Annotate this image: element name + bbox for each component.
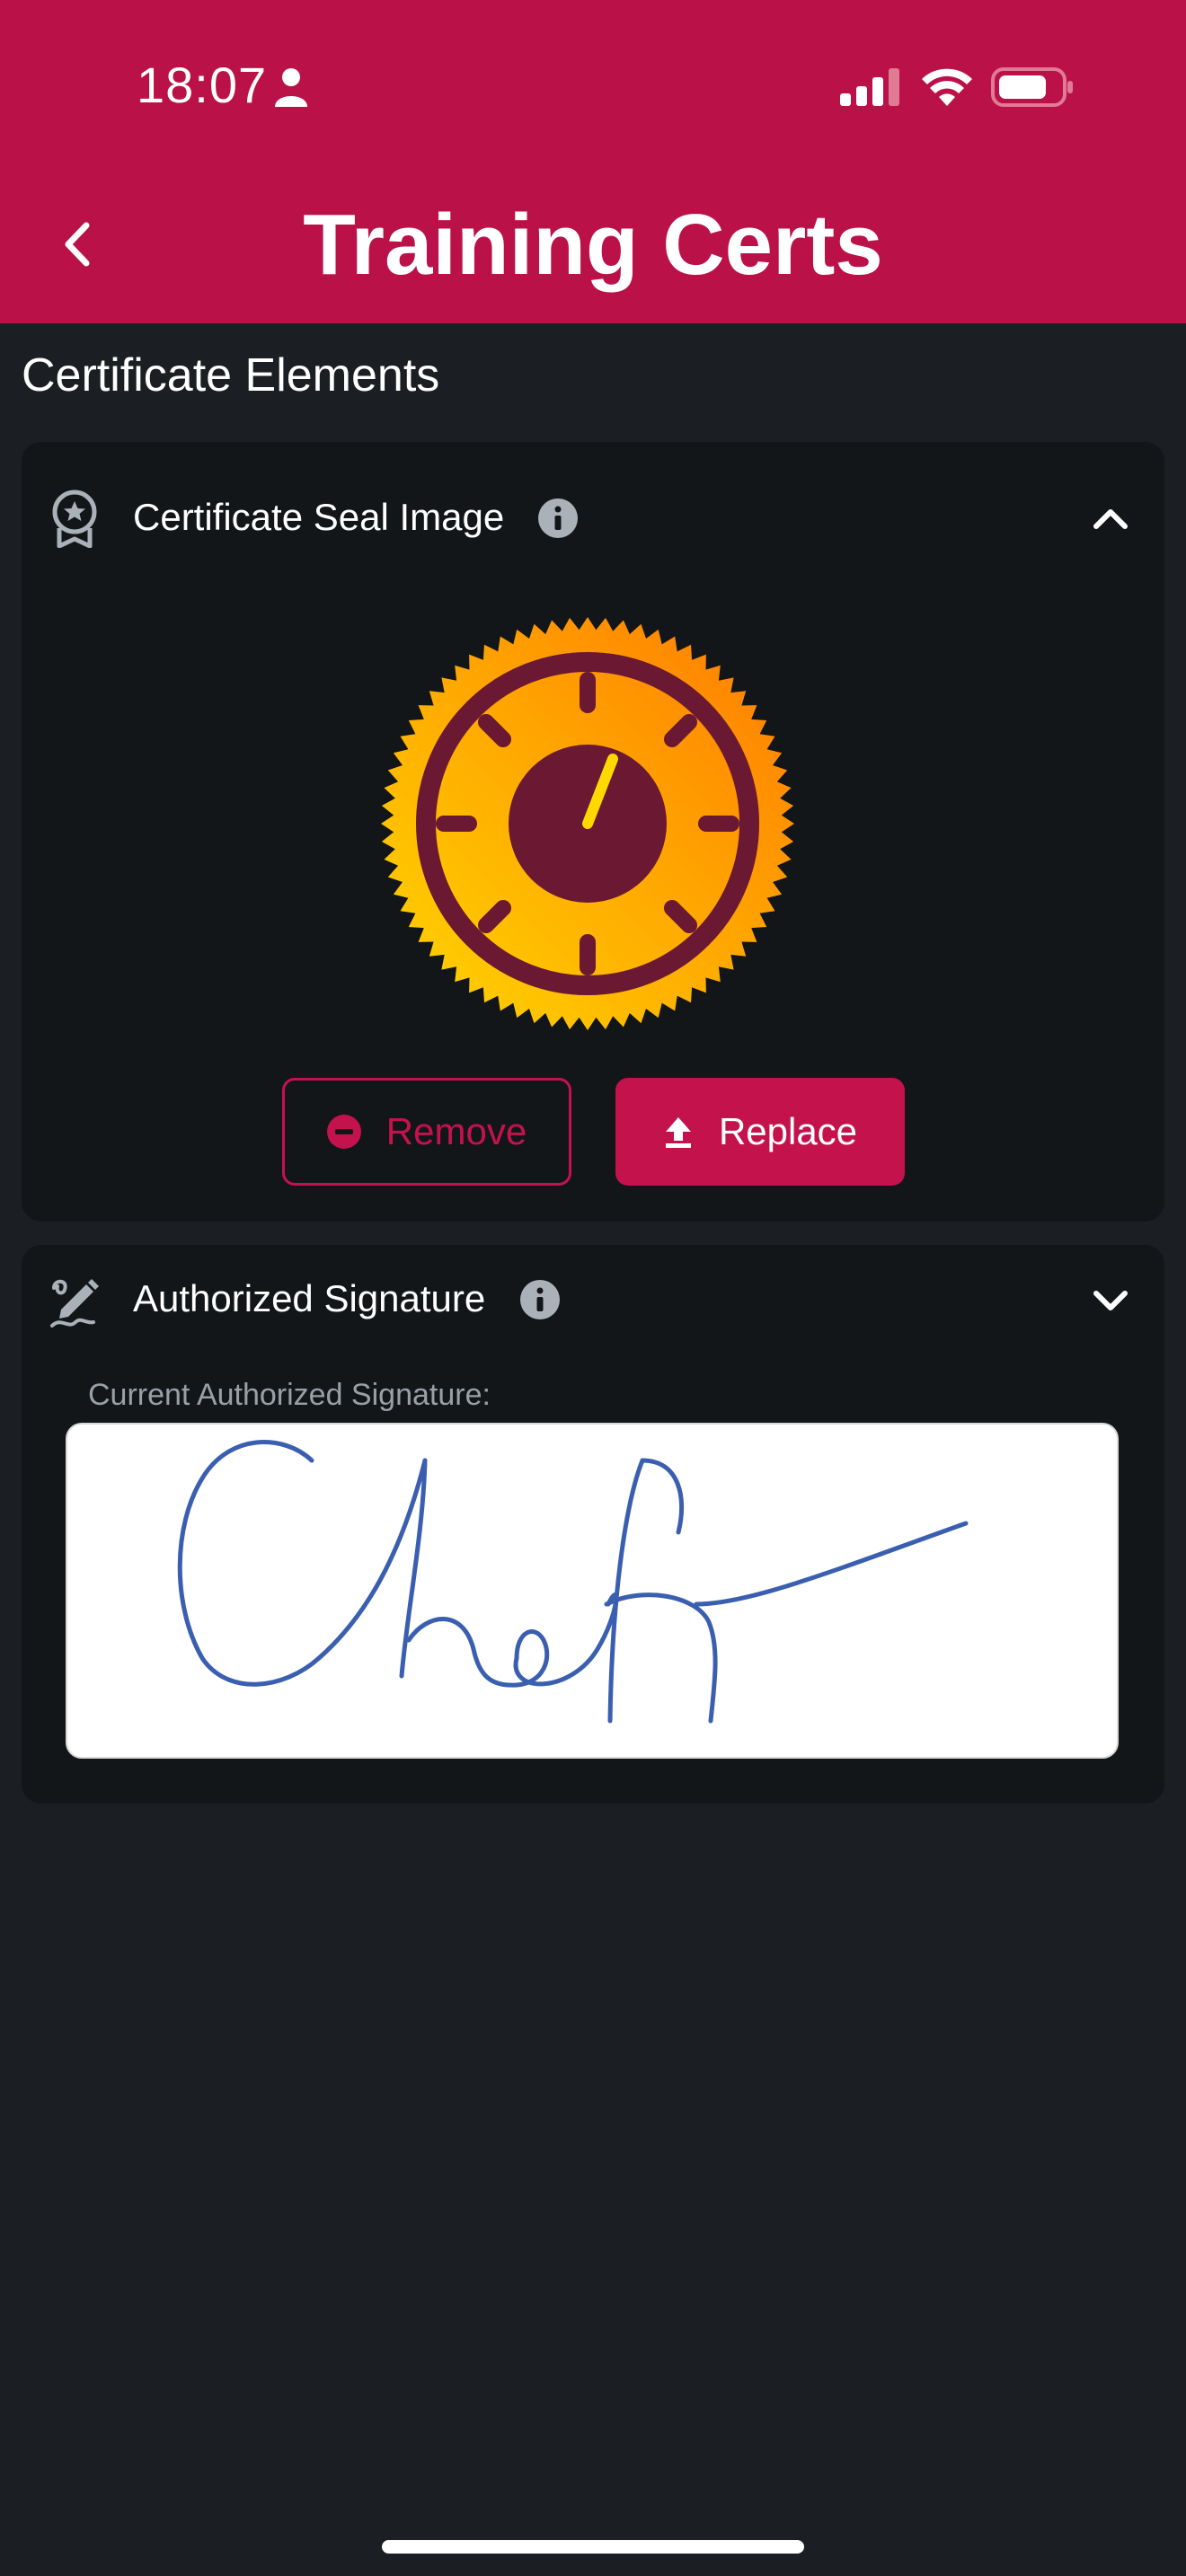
- signature-caption: Current Authorized Signature:: [88, 1378, 491, 1412]
- award-ribbon-icon: [52, 490, 97, 548]
- upload-icon: [665, 1117, 691, 1148]
- home-indicator[interactable]: [382, 2540, 804, 2554]
- replace-button[interactable]: Replace: [615, 1078, 905, 1186]
- app-header: 18:07 Training Certs: [0, 0, 1186, 323]
- page-title: Training Certs: [303, 197, 883, 293]
- status-time: 18:07: [137, 57, 268, 113]
- minus-circle-icon: [326, 1115, 361, 1149]
- authorized-signature-card: Authorized Signature Current Authorized …: [22, 1245, 1164, 1804]
- remove-button[interactable]: Remove: [282, 1078, 571, 1186]
- status-bar: 18:07: [0, 0, 1186, 171]
- signal-icon: [840, 68, 899, 106]
- seal-card-title: Certificate Seal Image: [133, 496, 505, 538]
- chevron-up-icon[interactable]: [1089, 498, 1132, 541]
- info-icon[interactable]: [537, 498, 579, 539]
- certificate-seal-image: [381, 617, 794, 1030]
- chevron-down-icon[interactable]: [1089, 1279, 1132, 1322]
- signature-card-title: Authorized Signature: [133, 1277, 486, 1319]
- section-title: Certificate Elements: [22, 349, 440, 401]
- person-icon: [275, 68, 307, 107]
- signature-pen-icon: [50, 1279, 99, 1328]
- battery-icon: [991, 67, 1073, 107]
- replace-button-label: Replace: [718, 1110, 858, 1152]
- wifi-icon: [922, 68, 972, 106]
- signature-preview: [66, 1423, 1119, 1759]
- signature-image: [177, 1440, 969, 1724]
- info-icon[interactable]: [519, 1279, 561, 1320]
- remove-button-label: Remove: [385, 1110, 527, 1152]
- certificate-seal-card: Certificate Seal Image Remove Replace: [22, 442, 1164, 1222]
